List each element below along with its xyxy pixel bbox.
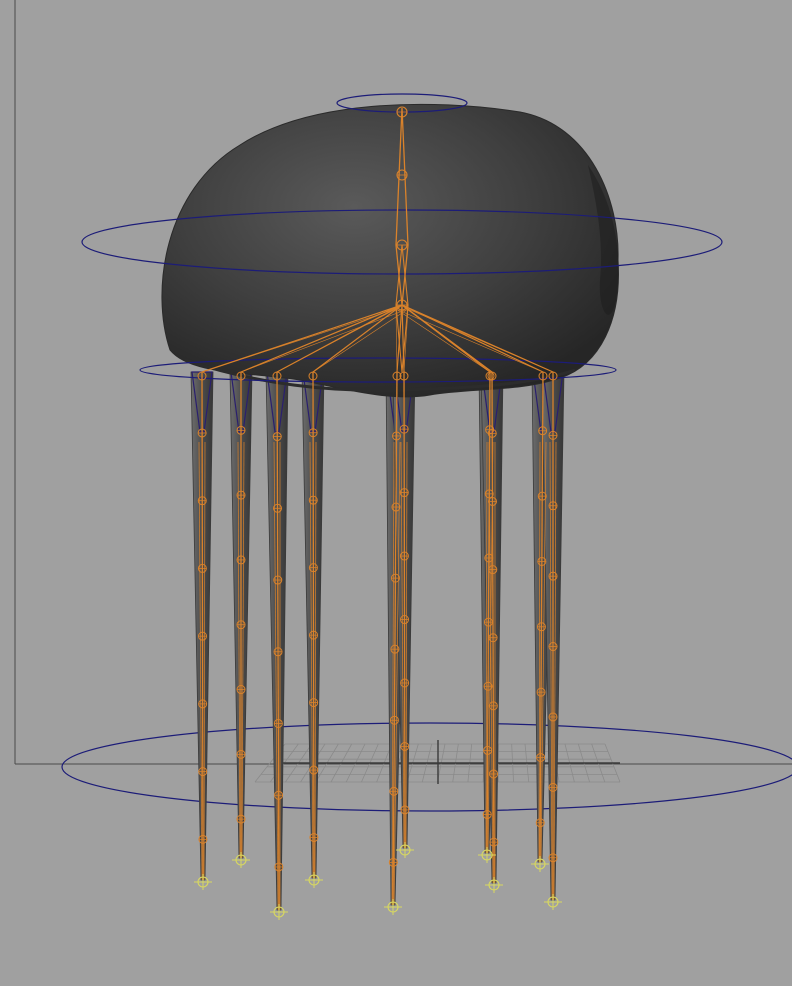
foot-locators[interactable]: [194, 842, 562, 920]
tentacle-legs: [190, 371, 565, 911]
jellyfish-body-mesh[interactable]: [161, 103, 619, 398]
3d-viewport[interactable]: [0, 0, 792, 986]
viewport-scene[interactable]: [0, 0, 792, 986]
